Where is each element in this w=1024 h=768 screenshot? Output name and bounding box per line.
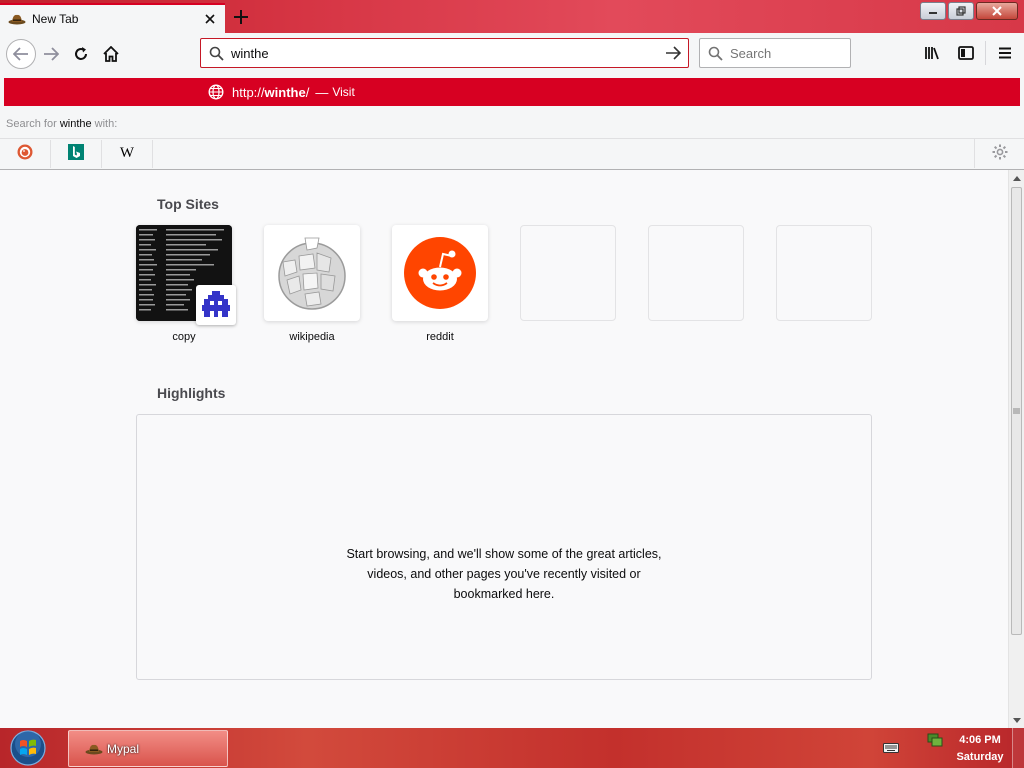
autocomplete-dash: — [315,84,329,100]
search-icon [700,46,730,61]
navigation-toolbar [0,33,1024,74]
network-icon[interactable] [926,732,944,748]
highlights-message-line: Start browsing, and we'll show some of t… [346,547,662,561]
home-icon [103,45,119,62]
url-bar[interactable] [200,38,689,68]
top-site-tile-empty[interactable] [520,225,616,321]
clock-time: 4:06 PM [959,734,1001,746]
reddit-icon [404,237,476,309]
cowboy-hat-icon [85,742,103,756]
forward-button[interactable] [36,39,66,69]
close-window-icon[interactable] [976,2,1018,20]
url-input[interactable] [231,45,658,61]
search-term: winthe [59,118,92,130]
toolbar-right [917,38,1020,68]
highlights-empty-state: Start browsing, and we'll show some of t… [136,414,872,680]
search-with-label: Search for winthe with: [6,118,117,130]
window-controls [920,2,1018,20]
tab-title: New Tab [32,12,79,26]
back-button[interactable] [6,38,36,69]
top-site-tile-wikipedia[interactable] [264,225,360,321]
close-icon[interactable] [199,8,221,30]
search-for-suffix: with: [94,118,118,130]
title-bar: New Tab [0,0,1024,33]
vertical-scrollbar[interactable] [1008,170,1024,728]
arrow-right-icon [44,46,59,61]
search-for-prefix: Search for [6,118,57,130]
duckduckgo-icon [17,144,33,163]
engine-wikipedia[interactable]: W [102,139,153,168]
restore-icon[interactable] [948,2,974,20]
clock-day: Saturday [956,751,1004,763]
engine-bing[interactable] [51,139,102,168]
autocomplete-url: http://winthe/ [232,85,309,100]
wikipedia-w-icon: W [119,145,135,161]
highlights-empty-message: Start browsing, and we'll show some of t… [137,544,871,604]
tab-new-tab[interactable]: New Tab [0,3,225,33]
search-bar[interactable] [699,38,851,68]
scroll-up-arrow[interactable] [1009,170,1024,186]
minimize-icon[interactable] [920,2,946,20]
pixel-monster-icon [196,285,236,325]
url-suffix: / [305,84,310,100]
wikipedia-globe-icon [278,237,346,310]
search-input[interactable] [730,45,850,61]
top-site-tile-empty[interactable] [776,225,872,321]
toolbar-separator [985,41,986,65]
autocomplete-visit-row[interactable]: http://winthe/ — Visit [4,78,1020,106]
menu-icon[interactable] [990,38,1020,68]
start-button[interactable] [8,730,48,766]
top-sites-title: Top Sites [157,196,219,212]
newtab-page: Top Sites copy wikipedia reddit Highligh… [0,170,1008,728]
sidebar-icon[interactable] [951,38,981,68]
gear-icon [992,144,1008,163]
url-host: winthe [264,84,306,100]
taskbar-item-label: Mypal [107,741,140,756]
keyboard-icon[interactable] [882,740,900,756]
taskbar-item-mypal[interactable]: Mypal [68,730,228,767]
globe-icon [208,84,226,100]
reload-icon [75,46,87,60]
urlbar-autocomplete-popup: http://winthe/ — Visit Search for winthe… [0,74,1024,170]
windows-orb-icon [10,730,46,766]
one-off-search-engines: W [0,138,1024,168]
home-button[interactable] [96,39,126,69]
taskbar: Mypal 4:06 PM Saturday [0,728,1024,768]
top-site-label: copy [172,331,196,343]
arrow-left-icon [13,46,28,61]
reload-button[interactable] [66,39,96,69]
scrollbar-thumb[interactable] [1011,187,1022,635]
system-clock[interactable]: 4:06 PM Saturday [952,732,1008,766]
autocomplete-action: Visit [332,85,355,99]
show-desktop-button[interactable] [1012,728,1024,768]
new-tab-button[interactable] [229,5,253,29]
bing-icon [68,144,84,163]
library-icon[interactable] [917,38,947,68]
cowboy-hat-icon [8,11,26,27]
search-settings-button[interactable] [974,139,1024,168]
scroll-down-arrow[interactable] [1009,712,1024,728]
top-site-tile-reddit[interactable] [392,225,488,321]
engine-duckduckgo[interactable] [0,139,51,168]
highlights-message-line: videos, and other pages you've recently … [367,567,641,581]
search-icon [201,46,231,61]
highlights-title: Highlights [157,385,226,401]
go-arrow-icon[interactable] [658,46,688,60]
top-site-tile-empty[interactable] [648,225,744,321]
url-prefix: http:// [232,84,265,100]
highlights-message-line: bookmarked here. [453,587,555,601]
top-site-label: wikipedia [289,331,335,343]
top-site-label: reddit [426,331,454,343]
